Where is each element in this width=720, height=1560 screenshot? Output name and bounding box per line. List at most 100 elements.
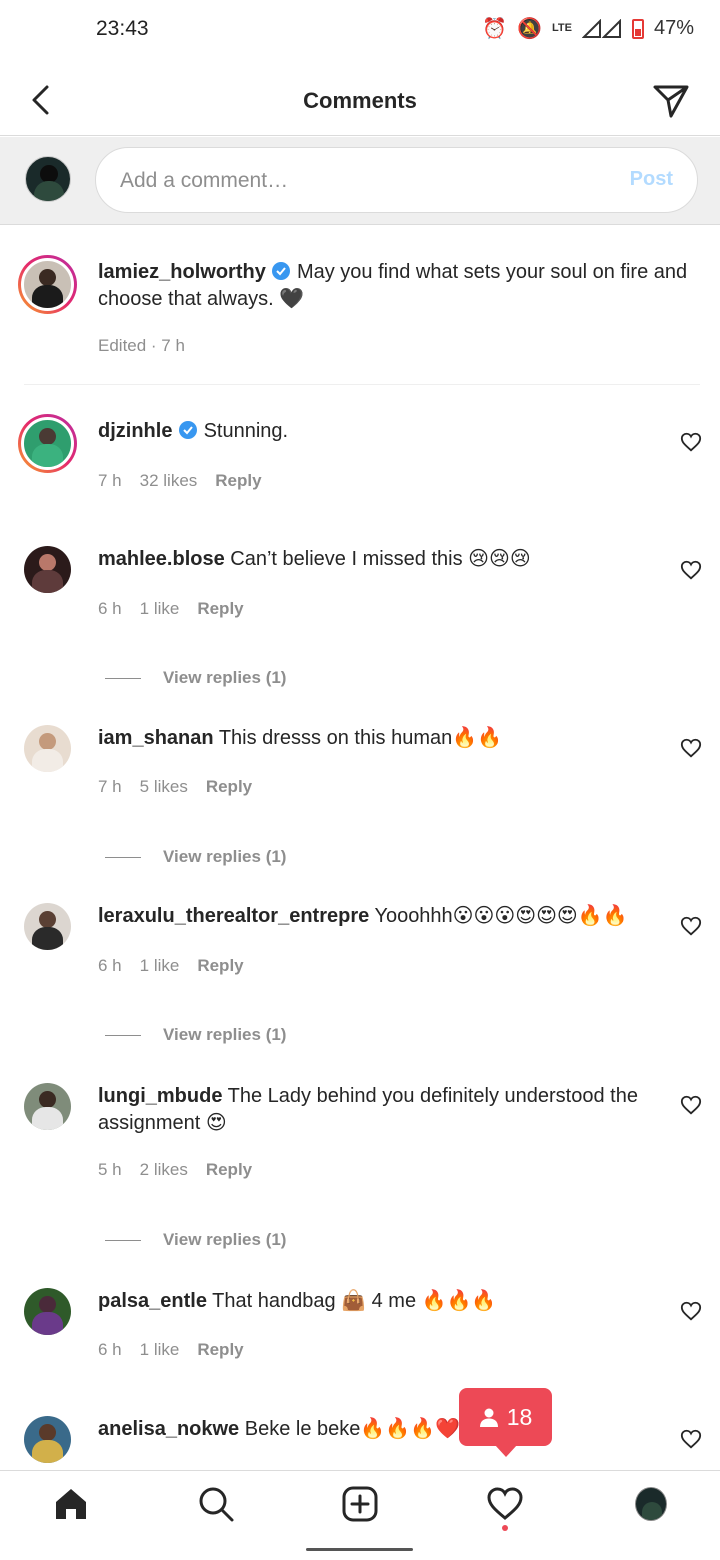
comment-text-block: palsa_entle That handbag 👜 4 me 🔥🔥🔥 [98, 1288, 706, 1315]
comment-meta: 6 h 1 like Reply [98, 1340, 244, 1360]
username[interactable]: iam_shanan [98, 727, 214, 749]
view-replies-label: View replies (1) [163, 847, 287, 866]
view-replies-button[interactable]: View replies (1) [105, 1230, 286, 1250]
avatar[interactable] [18, 414, 77, 473]
reply-button[interactable]: Reply [206, 1160, 252, 1180]
view-replies-button[interactable]: View replies (1) [105, 668, 286, 688]
heart-icon[interactable] [680, 737, 702, 759]
comment-text: Can’t believe I missed this 😢😢😢 [230, 548, 531, 570]
activity-heart-icon[interactable] [486, 1485, 524, 1523]
username[interactable]: anelisa_nokwe [98, 1418, 239, 1440]
comment-meta: 7 h 5 likes Reply [98, 777, 252, 797]
replies-line [105, 1034, 141, 1036]
reply-button[interactable]: Reply [197, 599, 243, 619]
comment-time: 7 h [98, 777, 122, 796]
profile-tab-avatar[interactable] [635, 1487, 667, 1521]
status-icons: ⏰ 🔕 LTE 47% [482, 16, 694, 41]
like-count[interactable]: 1 like [140, 956, 180, 976]
comment-text-block: iam_shanan This dresss on this human🔥🔥 [98, 725, 706, 752]
caption-text-block: lamiez_holworthy May you find what sets … [98, 259, 706, 313]
comment-input-container: Post [95, 147, 698, 213]
replies-line [105, 1239, 141, 1241]
view-replies-label: View replies (1) [163, 1230, 287, 1249]
heart-icon[interactable] [680, 1094, 702, 1116]
heart-icon[interactable] [680, 915, 702, 937]
avatar[interactable] [24, 1083, 71, 1130]
verified-badge-icon [179, 421, 198, 439]
avatar[interactable] [24, 1288, 71, 1335]
like-count[interactable]: 5 likes [140, 777, 188, 797]
comment-text: Stunning. [203, 420, 289, 442]
search-icon[interactable] [197, 1485, 235, 1523]
username[interactable]: djzinhle [98, 420, 172, 442]
username[interactable]: palsa_entle [98, 1290, 207, 1312]
new-post-icon[interactable] [341, 1485, 379, 1523]
comment-meta: 5 h 2 likes Reply [98, 1160, 252, 1180]
comment-text: This dresss on this human🔥🔥 [218, 727, 503, 749]
heart-icon[interactable] [680, 431, 702, 453]
person-icon [479, 1408, 498, 1427]
like-count[interactable]: 1 like [140, 599, 180, 619]
comment-meta: 6 h 1 like Reply [98, 599, 244, 619]
comment-text-block: lungi_mbude The Lady behind you definite… [98, 1083, 668, 1137]
username[interactable]: leraxulu_therealtor_entrepre [98, 905, 369, 927]
heart-icon[interactable] [680, 1428, 702, 1450]
comment-text: That handbag 👜 4 me 🔥🔥🔥 [212, 1290, 497, 1312]
comment-text: Yooohhh😮😮😮😍😍😍🔥🔥 [374, 905, 628, 927]
username[interactable]: mahlee.blose [98, 548, 225, 570]
view-replies-label: View replies (1) [163, 1025, 287, 1044]
replies-line [105, 856, 141, 858]
heart-icon[interactable] [680, 559, 702, 581]
reply-button[interactable]: Reply [197, 956, 243, 976]
like-count[interactable]: 32 likes [140, 471, 198, 491]
add-comment-bar: Post [0, 137, 720, 225]
comment-meta: 6 h 1 like Reply [98, 956, 244, 976]
current-user-avatar [25, 156, 71, 202]
username[interactable]: lamiez_holworthy [98, 261, 266, 283]
comment-text-block: leraxulu_therealtor_entrepre Yooohhh😮😮😮😍… [98, 903, 668, 930]
username[interactable]: lungi_mbude [98, 1085, 222, 1107]
comment-meta: 7 h 32 likes Reply [98, 471, 262, 491]
mute-icon: 🔕 [517, 18, 542, 40]
reply-button[interactable]: Reply [206, 777, 252, 797]
view-replies-button[interactable]: View replies (1) [105, 847, 286, 867]
home-icon[interactable] [52, 1485, 90, 1523]
view-replies-label: View replies (1) [163, 668, 287, 687]
activity-dot [502, 1525, 508, 1531]
battery-icon [631, 18, 644, 39]
home-indicator [306, 1548, 413, 1551]
view-replies-button[interactable]: View replies (1) [105, 1025, 286, 1045]
like-count[interactable]: 2 likes [140, 1160, 188, 1180]
alarm-icon: ⏰ [482, 18, 508, 40]
network-type: LTE [552, 22, 572, 34]
signal-icon [581, 18, 621, 38]
verified-badge-icon [272, 262, 291, 280]
post-button[interactable]: Post [630, 168, 673, 191]
heart-icon[interactable] [680, 1300, 702, 1322]
avatar[interactable] [24, 546, 71, 593]
comment-text-block: anelisa_nokwe Beke le beke🔥🔥🔥❤️ [98, 1416, 706, 1443]
avatar[interactable] [24, 725, 71, 772]
comment-time: 7 h [98, 471, 122, 490]
like-count[interactable]: 1 like [140, 1340, 180, 1360]
reply-button[interactable]: Reply [215, 471, 261, 491]
direct-message-icon[interactable] [652, 82, 690, 120]
follower-activity-badge[interactable]: 18 [459, 1388, 552, 1457]
battery-level: 47% [653, 17, 694, 39]
caption-meta: Edited · 7 h [98, 336, 185, 355]
comment-time: 6 h [98, 956, 122, 975]
comment-input[interactable] [120, 166, 600, 196]
page-title: Comments [303, 88, 417, 113]
comment-time: 5 h [98, 1160, 122, 1179]
reply-button[interactable]: Reply [197, 1340, 243, 1360]
comment-text-block: djzinhle Stunning. [98, 418, 706, 445]
avatar[interactable] [24, 1416, 71, 1463]
bottom-nav [0, 1470, 720, 1536]
status-bar: 23:43 ⏰ 🔕 LTE 47% [0, 0, 720, 60]
status-time: 23:43 [96, 17, 149, 40]
comment-time: 6 h [98, 1340, 122, 1359]
avatar[interactable] [18, 255, 77, 314]
activity-count: 18 [506, 1403, 533, 1430]
comment-time: 6 h [98, 599, 122, 618]
avatar[interactable] [24, 903, 71, 950]
